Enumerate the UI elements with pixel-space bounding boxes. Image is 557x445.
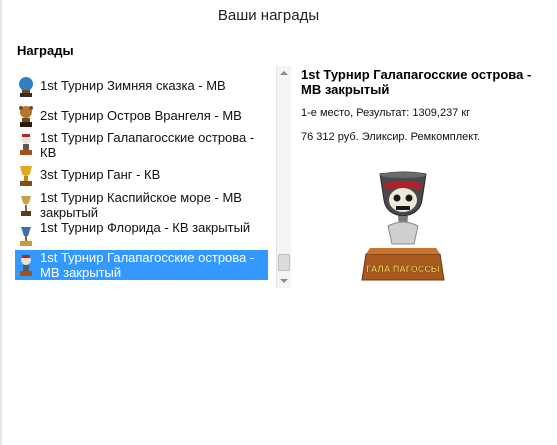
dialog-title: Ваши награды <box>217 7 320 24</box>
list-item-label: 3st Турнир Ганг - КВ <box>40 167 161 182</box>
scroll-up-arrow-icon[interactable] <box>280 71 288 75</box>
list-item-label: 1st Турнир Галапагосские острова - МВ за… <box>40 250 255 280</box>
list-item[interactable]: 2st Турнир Остров Врангеля - МВ <box>15 104 268 127</box>
list-item-label: 1st Турнир Каспийское море - МВ закрытый <box>40 190 242 220</box>
list-item[interactable]: 1st Турнир Флорида - КВ закрытый <box>15 220 268 250</box>
list-item[interactable]: 1st Турнир Каспийское море - МВ закрытый <box>15 190 268 220</box>
trophy-pirate-icon <box>20 134 32 155</box>
awards-section-title: Награды <box>17 43 74 58</box>
list-item-label: 1st Турнир Галапагосские острова - КВ <box>40 130 255 160</box>
list-item-label: 1st Турнир Зимняя сказка - МВ <box>40 78 226 93</box>
list-item[interactable]: 1st Турнир Зимняя сказка - МВ <box>15 74 268 97</box>
trophy-florida-icon <box>20 227 32 246</box>
trophy-base-caption: ГАЛА ПАГОССЫ <box>366 264 439 274</box>
award-detail-title: 1st Турнир Галапагосские острова - МВ за… <box>301 67 532 97</box>
list-item[interactable]: 3st Турнир Ганг - КВ <box>15 164 268 186</box>
list-item-selected[interactable]: 1st Турнир Галапагосские острова - МВ за… <box>15 250 268 280</box>
award-result-text: 1-е место, Результат: 1309,237 кг <box>301 107 471 119</box>
scroll-down-arrow-icon[interactable] <box>280 279 288 283</box>
list-scrollbar[interactable] <box>276 66 291 288</box>
list-item-label: 2st Турнир Остров Врангеля - МВ <box>40 108 242 123</box>
trophy-gold-icon <box>20 166 32 186</box>
trophy-bear-icon <box>19 106 33 127</box>
scroll-thumb[interactable] <box>278 254 290 271</box>
trophy-pirate-icon <box>20 255 32 276</box>
trophy-blue-icon <box>19 77 33 97</box>
trophy-image: ГАЛА ПАГОССЫ <box>361 171 445 281</box>
award-prize-text: 76 312 руб. Эликсир. Ремкомплект. <box>301 131 481 143</box>
list-item[interactable]: 1st Турнир Галапагосские острова - КВ <box>15 130 268 160</box>
window-left-border <box>0 0 2 445</box>
list-item-label: 1st Турнир Флорида - КВ закрытый <box>40 220 251 235</box>
awards-list[interactable]: 1st Турнир Зимняя сказка - МВ 2st Турнир… <box>15 66 292 288</box>
trophy-cup-icon <box>21 196 31 216</box>
